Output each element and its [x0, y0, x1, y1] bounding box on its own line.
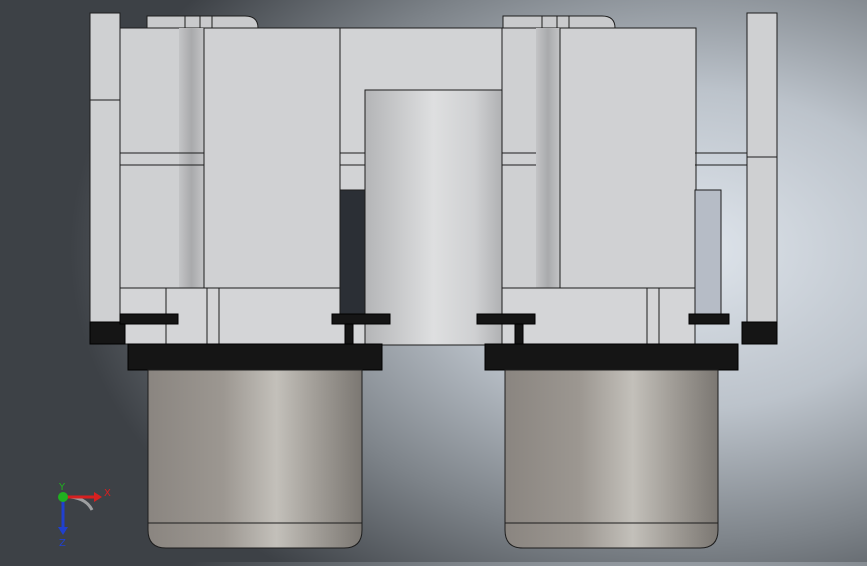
top-clip-right [502, 15, 616, 29]
axis-triad: X Y Z [40, 480, 120, 550]
cylinder-right [504, 369, 719, 549]
center-pin [364, 89, 503, 346]
side-wall-right [746, 12, 778, 324]
side-wall-left [89, 12, 121, 324]
axis-y-arrow [58, 492, 68, 502]
cylinder-left [147, 369, 363, 549]
slot-right [694, 189, 722, 316]
slot-left [339, 189, 366, 316]
axis-z-label: Z [59, 538, 66, 549]
top-clip-left [146, 15, 259, 29]
axis-x-label: X [104, 488, 111, 499]
cad-viewport[interactable] [0, 0, 867, 562]
axis-y-label: Y [58, 482, 66, 493]
